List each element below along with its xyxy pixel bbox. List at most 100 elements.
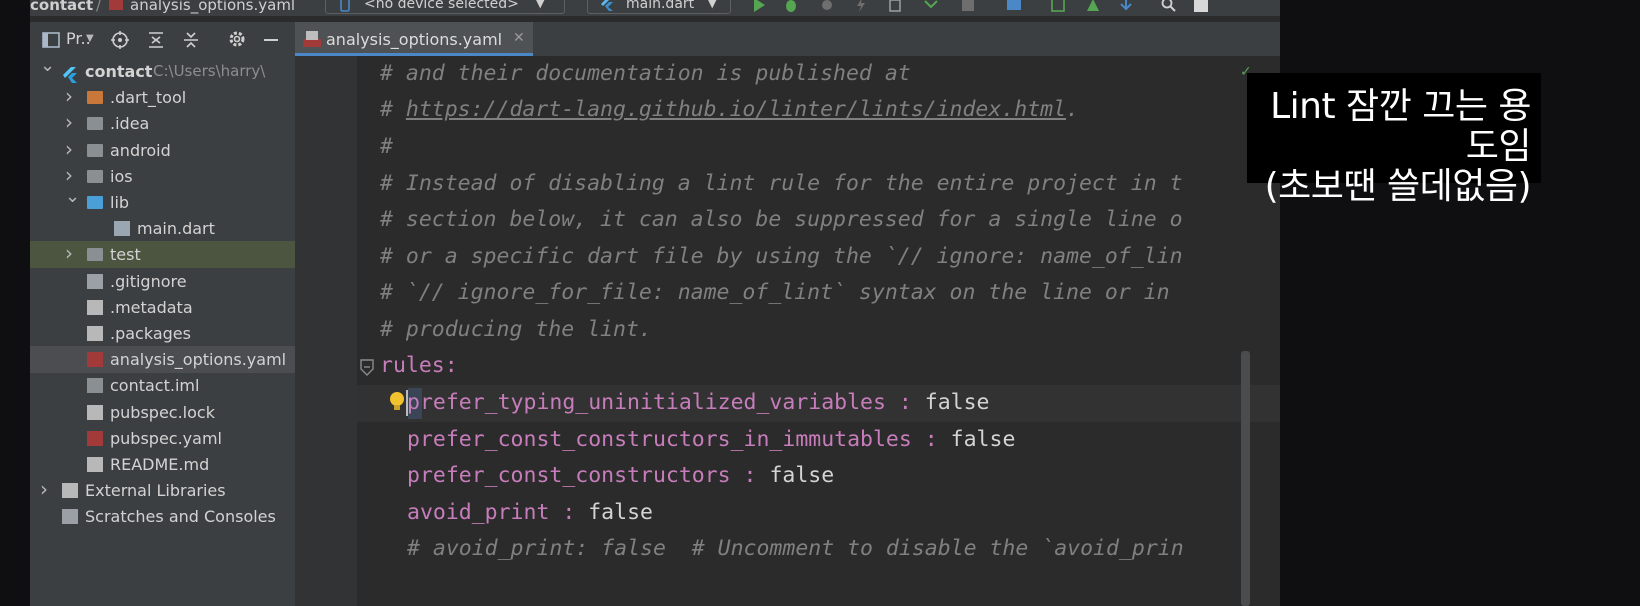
chevron-right-icon[interactable]: › (65, 240, 77, 267)
yaml-colon: : (885, 390, 925, 415)
code-line-5: # section below, it can also be suppress… (380, 207, 1183, 232)
tree-item-main-dart[interactable]: main.dart (30, 215, 295, 242)
tree-item-gitignore[interactable]: .gitignore (30, 268, 295, 295)
gear-icon[interactable] (228, 30, 246, 48)
tree-item-label: .idea (110, 114, 150, 134)
caption-line-2: (초보땐 쓸데없음) (1264, 166, 1532, 207)
caption-line-1: Lint 잠깐 끄는 용도임 (1270, 86, 1531, 167)
tab-analysis-options[interactable]: analysis_options.yaml ✕ (295, 22, 533, 56)
chevron-down-icon[interactable]: ⌄ (65, 183, 80, 210)
run-config-selector[interactable]: main.dart ▼ (587, 0, 731, 14)
project-tree: ⌄ contact C:\Users\harry\ › .dart_tool › .idea… (30, 58, 295, 606)
code-line-rules: rules: (380, 348, 458, 384)
chevron-right-icon[interactable]: › (65, 83, 77, 110)
tree-item-contact-iml[interactable]: contact.iml (30, 372, 295, 399)
tree-item-android[interactable]: › android (30, 137, 295, 164)
close-icon[interactable]: ✕ (513, 30, 525, 46)
code-line-1: # and their documentation is published a… (380, 61, 911, 86)
video-caption: Lint 잠깐 끄는 용도임 (초보땐 쓸데없음) (1247, 73, 1541, 207)
code-line-6: # or a specific dart file by using the `… (380, 244, 1183, 269)
tree-item-dart-tool[interactable]: › .dart_tool (30, 84, 295, 111)
yaml-file-icon (303, 31, 321, 47)
download-icon[interactable] (1118, 0, 1134, 13)
run-icon[interactable] (751, 0, 767, 13)
debug-icon[interactable] (783, 0, 799, 13)
code-editor[interactable]: ✓ # and their documentation is published… (295, 56, 1280, 606)
hot-restart-icon[interactable] (888, 0, 904, 13)
tree-item-contact[interactable]: ⌄ contact C:\Users\harry\ (30, 58, 295, 85)
fold-marker-icon[interactable] (360, 359, 374, 377)
tree-item-lib[interactable]: ⌄ lib (30, 186, 295, 216)
lightbulb-icon[interactable] (389, 391, 405, 413)
tree-item-metadata[interactable]: .metadata (30, 294, 295, 321)
breadcrumb-project[interactable]: contact (30, 0, 93, 14)
expand-all-icon[interactable] (148, 31, 164, 49)
tree-item-pubspec-lock[interactable]: pubspec.lock (30, 399, 295, 426)
folder-gear-icon (87, 117, 103, 131)
tree-item-label: .packages (110, 324, 191, 343)
tree-item-label: test (110, 245, 141, 265)
vertical-scrollbar[interactable] (1241, 351, 1250, 606)
locate-file-icon[interactable] (111, 31, 129, 49)
lint-docs-link[interactable]: https://dart-lang.github.io/linter/lints… (406, 97, 1066, 122)
chevron-down-icon[interactable]: ⌄ (40, 58, 55, 79)
flutter-inspector-icon[interactable] (923, 0, 939, 13)
attach-debugger-icon[interactable] (819, 0, 835, 13)
folder-icon (87, 143, 103, 157)
ide-window: contact / analysis_options.yaml <no devi… (30, 0, 1280, 606)
tree-item-label: Scratches and Consoles (85, 507, 276, 527)
yaml-rule-value: false (588, 499, 653, 525)
chevron-right-icon[interactable]: › (65, 136, 77, 163)
hide-icon[interactable] (264, 38, 278, 42)
tree-item-scratches-and-consoles[interactable]: Scratches and Consoles (30, 503, 295, 530)
tree-item-label: .metadata (110, 297, 193, 317)
libraries-icon (62, 483, 78, 499)
stop-icon[interactable] (960, 0, 976, 13)
yaml-file-icon (87, 352, 103, 368)
yaml-rule-line: prefer_const_constructors : false (407, 458, 834, 494)
breadcrumb-file[interactable]: analysis_options.yaml (130, 0, 295, 14)
project-view-icon (42, 32, 60, 48)
project-path: C:\Users\harry\ (153, 62, 266, 80)
code-line-4: # Instead of disabling a lint rule for t… (380, 171, 1183, 196)
tab-label: analysis_options.yaml (326, 30, 503, 49)
tree-item-label: .dart_tool (110, 88, 187, 108)
tree-item-pubspec-yaml[interactable]: pubspec.yaml (30, 425, 295, 452)
tree-item-label: .gitignore (110, 271, 187, 291)
chevron-right-icon[interactable]: › (65, 109, 77, 136)
run-config-label: main.dart (626, 0, 695, 12)
yaml-rule-key: prefer_const_constructors (407, 463, 731, 489)
search-icon[interactable] (1161, 0, 1177, 13)
yaml-rule-value: false (769, 463, 835, 489)
iml-file-icon (87, 378, 103, 394)
gitignore-file-icon (87, 273, 103, 289)
tree-item-label: android (110, 140, 171, 160)
tree-item-analysis-options-yaml[interactable]: analysis_options.yaml (30, 346, 295, 374)
yaml-rule-value: false (950, 426, 1016, 452)
folder-blue-icon (87, 196, 103, 209)
code-line-3: # (380, 134, 393, 159)
chevron-down-icon: ▼ (708, 0, 717, 10)
account-icon[interactable] (1193, 0, 1209, 13)
device-selector[interactable]: <no device selected> ▼ (325, 0, 565, 14)
chevron-down-icon[interactable]: ▼ (86, 33, 94, 44)
tree-item-external-libraries[interactable]: › External Libraries (30, 477, 295, 504)
breadcrumb-separator: / (96, 0, 102, 14)
folder-orange-icon (87, 91, 103, 105)
collapse-all-icon[interactable] (183, 31, 199, 49)
chevron-right-icon[interactable]: › (40, 476, 52, 503)
hot-reload-icon[interactable] (853, 0, 869, 13)
yaml-colon: : (444, 353, 458, 378)
emulator-icon[interactable] (1050, 0, 1066, 13)
tree-item-packages[interactable]: .packages (30, 320, 295, 347)
folder-test-icon (87, 248, 103, 262)
code-line-8: # producing the lint. (380, 317, 652, 342)
sdk-manager-icon[interactable] (1085, 0, 1101, 13)
device-manager-icon[interactable] (1006, 0, 1022, 13)
yaml-rule-key: avoid_print (407, 499, 550, 525)
tree-item-readme-md[interactable]: README.md (30, 451, 295, 478)
tree-item-test[interactable]: › test (30, 240, 295, 269)
tree-item-idea[interactable]: › .idea (30, 110, 295, 137)
yaml-file-icon (109, 0, 123, 10)
tree-item-label: pubspec.lock (110, 402, 215, 422)
